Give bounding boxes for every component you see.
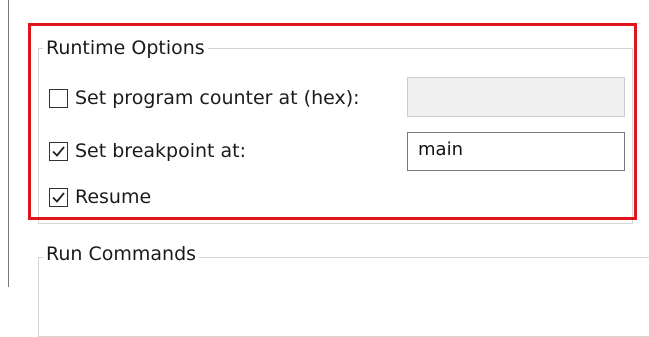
window-left-edge xyxy=(8,0,9,287)
run-commands-group xyxy=(38,257,649,337)
highlight-annotation-frame xyxy=(28,23,637,220)
run-commands-title: Run Commands xyxy=(43,242,200,266)
